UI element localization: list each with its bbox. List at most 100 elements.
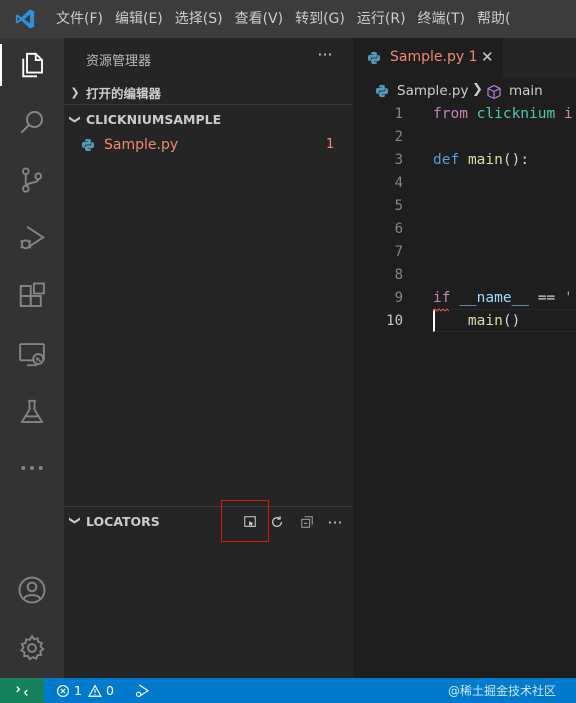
line-number: 3 bbox=[394, 152, 403, 168]
activity-source-control[interactable] bbox=[0, 155, 64, 205]
remote-indicator[interactable] bbox=[0, 678, 44, 703]
refresh-icon bbox=[272, 516, 282, 528]
sidebar-title: 资源管理器 bbox=[86, 54, 152, 69]
menu-selection[interactable]: 选择(S) bbox=[169, 0, 229, 38]
warning-count: 0 bbox=[105, 683, 114, 698]
code-module: clicknium bbox=[476, 106, 556, 122]
tab-sample-py[interactable]: Sample.py 1 ✕ bbox=[353, 38, 503, 78]
remote-indicator-icon bbox=[16, 685, 28, 696]
file-problem-count: 1 bbox=[326, 137, 335, 152]
run-debug-icon bbox=[135, 684, 150, 697]
line-number: 1 bbox=[394, 106, 403, 122]
extensions-icon bbox=[19, 282, 45, 307]
error-squiggle bbox=[433, 308, 449, 312]
line-number-current: 10 bbox=[386, 313, 403, 329]
menu-file[interactable]: 文件(F) bbox=[46, 0, 109, 38]
code-keyword: from bbox=[433, 106, 468, 122]
chevron-down-icon: ❯ bbox=[68, 114, 82, 124]
locators-label: LOCATORS bbox=[86, 514, 160, 529]
explorer-icon bbox=[22, 52, 43, 78]
menu-run[interactable]: 运行(R) bbox=[351, 0, 412, 38]
collapse-all-icon bbox=[301, 516, 313, 528]
code-line-3: def main(): bbox=[433, 152, 529, 168]
menu-help[interactable]: 帮助( bbox=[471, 0, 516, 38]
activity-remote-explorer[interactable] bbox=[0, 329, 64, 379]
activity-settings[interactable] bbox=[0, 623, 64, 673]
editor-tab-bar: Sample.py 1 ✕ bbox=[353, 38, 576, 78]
menu-terminal[interactable]: 终端(T) bbox=[412, 0, 471, 38]
status-bar: 1 0 @稀土掘金技术社区 bbox=[0, 678, 576, 703]
search-icon bbox=[20, 111, 43, 134]
activity-bar bbox=[0, 38, 64, 678]
error-icon bbox=[57, 684, 69, 697]
code-function: main bbox=[467, 152, 503, 168]
chevron-down-icon: ❯ bbox=[68, 515, 82, 526]
activity-run-debug[interactable] bbox=[0, 213, 64, 263]
debug-launch-button[interactable] bbox=[134, 678, 150, 703]
folder-section[interactable]: ❯ CLICKNIUMSAMPLE bbox=[64, 106, 353, 132]
close-icon[interactable]: ✕ bbox=[481, 48, 494, 66]
breadcrumb: Sample.py ❯ main bbox=[353, 78, 576, 104]
sidebar-more-actions[interactable]: ··· bbox=[314, 44, 336, 68]
activity-account[interactable] bbox=[0, 565, 64, 615]
menu-go[interactable]: 转到(G) bbox=[289, 0, 351, 38]
open-editors-section[interactable]: ❯ 打开的编辑器 bbox=[64, 79, 353, 105]
line-number: 6 bbox=[394, 221, 403, 237]
code-punct: () bbox=[502, 313, 521, 329]
python-file-icon bbox=[375, 84, 389, 98]
testing-icon bbox=[20, 399, 44, 423]
problems-indicator[interactable]: 1 0 bbox=[56, 678, 114, 703]
python-file-icon bbox=[367, 51, 381, 65]
folder-label: CLICKNIUMSAMPLE bbox=[86, 111, 222, 127]
activity-extensions[interactable] bbox=[0, 271, 64, 321]
collapse-all-button[interactable] bbox=[298, 513, 316, 531]
code-keyword: if bbox=[433, 290, 451, 306]
activity-testing[interactable] bbox=[0, 387, 64, 437]
source-control-icon bbox=[21, 167, 43, 193]
more-icon bbox=[21, 466, 43, 470]
chevron-right-icon: ❯ bbox=[70, 85, 80, 99]
method-symbol-icon bbox=[487, 84, 501, 100]
menu-edit[interactable]: 编辑(E) bbox=[109, 0, 169, 38]
line-number: 5 bbox=[394, 198, 403, 214]
tab-file-name: Sample.py bbox=[390, 49, 465, 65]
python-file-icon bbox=[81, 138, 95, 152]
line-number: 7 bbox=[394, 244, 403, 260]
file-tree-item[interactable]: Sample.py 1 bbox=[64, 132, 353, 160]
code-operator: == bbox=[537, 290, 556, 306]
highlight-annotation-box bbox=[221, 500, 269, 542]
refresh-button[interactable] bbox=[268, 513, 286, 531]
tab-label: Sample.py 1 bbox=[390, 49, 478, 65]
activity-explorer[interactable] bbox=[0, 40, 64, 90]
code-keyword: i bbox=[563, 106, 573, 122]
warning-icon bbox=[88, 683, 102, 697]
code-editor[interactable]: 1 2 3 4 5 6 7 8 9 10 from clicknium i de… bbox=[353, 104, 576, 678]
tab-problem-count: 1 bbox=[468, 49, 478, 65]
line-number: 9 bbox=[394, 290, 403, 306]
menu-view[interactable]: 查看(V) bbox=[229, 0, 290, 38]
explorer-sidebar: 资源管理器 ··· ❯ 打开的编辑器 ❯ CLICKNIUMSAMPLE Sam… bbox=[64, 38, 353, 678]
code-line-9: if __name__ == ' bbox=[433, 290, 573, 306]
section-divider bbox=[64, 104, 353, 105]
code-line-1: from clicknium i bbox=[433, 106, 573, 122]
menu-bar: 文件(F) 编辑(E) 选择(S) 查看(V) 转到(G) 运行(R) 终端(T… bbox=[46, 0, 516, 38]
activity-search[interactable] bbox=[0, 97, 64, 147]
account-icon bbox=[18, 576, 46, 604]
line-number: 2 bbox=[394, 129, 403, 145]
line-number: 8 bbox=[394, 267, 403, 283]
watermark-text: @稀土掘金技术社区 bbox=[448, 684, 557, 698]
settings-gear-icon bbox=[19, 634, 45, 661]
line-number: 4 bbox=[394, 175, 403, 191]
code-punct: (): bbox=[502, 152, 530, 168]
file-name: Sample.py bbox=[104, 137, 179, 153]
vscode-logo-icon[interactable] bbox=[12, 8, 38, 30]
locators-more-actions[interactable]: ··· bbox=[326, 513, 344, 532]
run-debug-icon bbox=[20, 225, 45, 250]
activity-more[interactable] bbox=[0, 443, 64, 493]
breadcrumb-symbol[interactable]: main bbox=[509, 83, 543, 99]
code-keyword: def bbox=[433, 152, 460, 168]
code-line-10: main() bbox=[433, 313, 520, 329]
breadcrumb-file[interactable]: Sample.py bbox=[397, 83, 468, 99]
title-bar: 文件(F) 编辑(E) 选择(S) 查看(V) 转到(G) 运行(R) 终端(T… bbox=[0, 0, 576, 38]
code-variable: __name__ bbox=[459, 290, 530, 306]
